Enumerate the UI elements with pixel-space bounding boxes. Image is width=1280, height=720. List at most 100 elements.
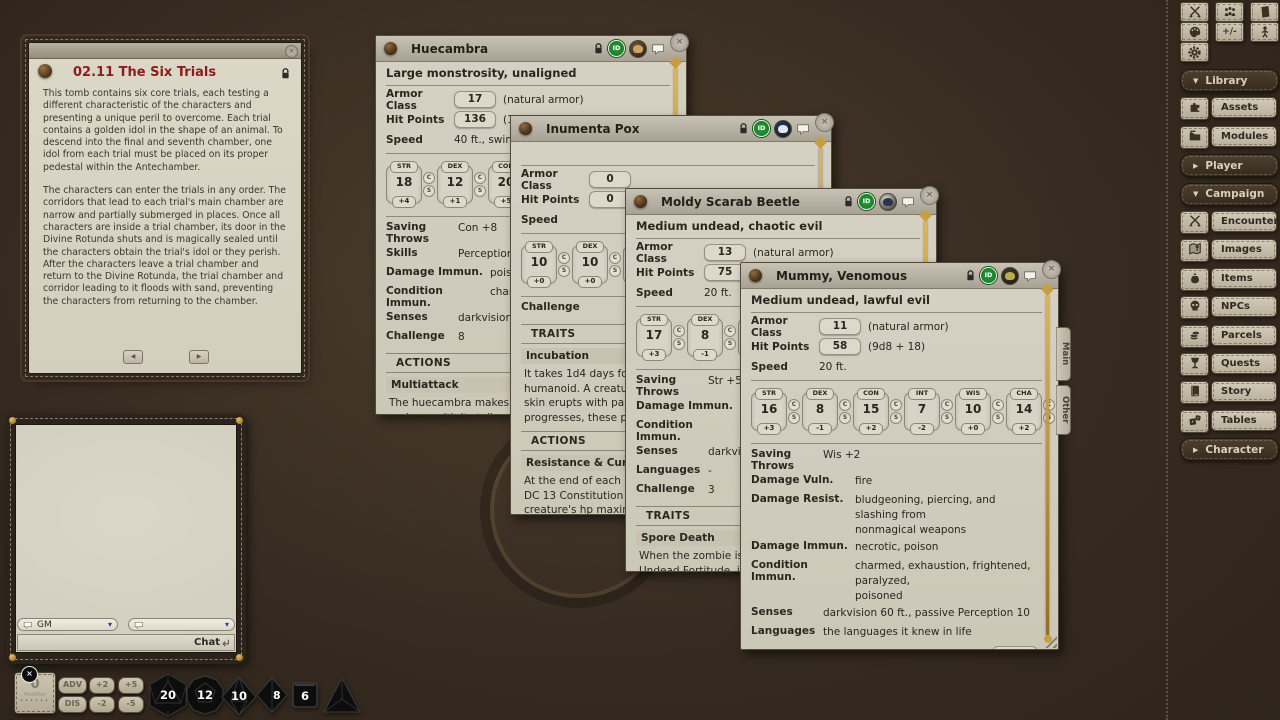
chat-whisper-select[interactable]: ▾: [128, 618, 235, 631]
toolbar-swords-button[interactable]: [1180, 2, 1209, 22]
sidebar-icon-images[interactable]: [1180, 239, 1209, 262]
save-roll-button[interactable]: S: [724, 338, 736, 350]
ability-box[interactable]: DEX8-1: [802, 392, 838, 431]
check-roll-button[interactable]: C: [609, 252, 621, 264]
check-roll-button[interactable]: C: [1043, 399, 1055, 411]
sidebar-icon-assets[interactable]: [1180, 97, 1209, 120]
roll-button-plus5[interactable]: +5: [118, 677, 144, 694]
window-titlebar[interactable]: Mummy, VenomousID: [741, 263, 1058, 289]
ability-box[interactable]: STR16+3: [751, 392, 787, 431]
speech-bubble-icon[interactable]: [796, 123, 811, 135]
roll-button-minus5[interactable]: -5: [118, 696, 144, 713]
hit-points-value[interactable]: 136: [454, 111, 496, 128]
npc-portrait-token-icon[interactable]: [774, 120, 792, 138]
id-badge-icon[interactable]: ID: [980, 267, 997, 284]
check-roll-button[interactable]: C: [474, 172, 486, 184]
ability-box[interactable]: INT7-2: [904, 392, 940, 431]
save-roll-button[interactable]: S: [788, 412, 800, 424]
check-roll-button[interactable]: C: [423, 172, 435, 184]
check-roll-button[interactable]: C: [788, 399, 800, 411]
roll-button-dis[interactable]: DIS: [58, 696, 87, 713]
die-d8[interactable]: 8: [254, 676, 292, 718]
check-roll-button[interactable]: C: [839, 399, 851, 411]
story-titlebar[interactable]: [29, 43, 301, 59]
speech-bubble-icon[interactable]: [901, 196, 916, 208]
sidebar-item-modules[interactable]: Modules: [1211, 126, 1277, 147]
check-roll-button[interactable]: C: [558, 252, 570, 264]
sidebar-item-assets[interactable]: Assets: [1211, 97, 1277, 118]
sidebar-item-images[interactable]: Images: [1211, 239, 1277, 260]
sidebar-item-items[interactable]: Items: [1211, 268, 1277, 289]
lock-icon[interactable]: [965, 269, 976, 282]
sidebar-item-quests[interactable]: Quests: [1211, 353, 1277, 374]
npc-portrait-token-icon[interactable]: [629, 40, 647, 58]
lock-icon[interactable]: [280, 65, 291, 78]
roll-button-minus2[interactable]: -2: [89, 696, 115, 713]
lock-icon[interactable]: [593, 42, 604, 55]
window-titlebar[interactable]: Inumenta PoxID: [511, 116, 831, 142]
check-roll-button[interactable]: C: [724, 325, 736, 337]
id-badge-icon[interactable]: ID: [608, 40, 625, 57]
sidebar-item-encounters[interactable]: Encounters: [1211, 211, 1277, 232]
lock-icon[interactable]: [843, 195, 854, 208]
sidebar-item-parcels[interactable]: Parcels: [1211, 325, 1277, 346]
toolbar-tome-button[interactable]: [1250, 2, 1279, 22]
save-roll-button[interactable]: S: [558, 265, 570, 277]
ability-box[interactable]: CHA14+2: [1006, 392, 1042, 431]
save-roll-button[interactable]: S: [941, 412, 953, 424]
roll-button-adv[interactable]: ADV: [58, 677, 87, 694]
story-window[interactable]: × 02.11 The Six Trials This tomb contain…: [28, 42, 302, 374]
toolbar-person-button[interactable]: [1250, 22, 1279, 42]
window-knob-icon[interactable]: [384, 42, 397, 55]
sidebar-item-story[interactable]: Story: [1211, 381, 1277, 402]
sidebar-header-campaign[interactable]: ▼Campaign: [1180, 183, 1279, 206]
sidebar-icon-encounters[interactable]: [1180, 211, 1209, 234]
check-roll-button[interactable]: C: [992, 399, 1004, 411]
armor-class-value[interactable]: 13: [704, 244, 746, 261]
ability-box[interactable]: STR18+4: [386, 165, 422, 204]
sidebar-icon-npcs[interactable]: [1180, 296, 1209, 319]
close-icon[interactable]: ×: [1042, 260, 1061, 279]
sidebar-item-npcs[interactable]: NPCs: [1211, 296, 1277, 317]
save-roll-button[interactable]: S: [1043, 412, 1055, 424]
roll-button-plus2[interactable]: +2: [89, 677, 115, 694]
close-icon[interactable]: ×: [285, 45, 298, 58]
ability-box[interactable]: DEX8-1: [687, 318, 723, 357]
hit-points-value[interactable]: 58: [819, 338, 861, 355]
armor-class-value[interactable]: 0: [589, 171, 631, 188]
sidebar-icon-parcels[interactable]: [1180, 325, 1209, 348]
next-page-button[interactable]: ▶: [189, 350, 209, 364]
close-icon[interactable]: ×: [670, 33, 689, 52]
lock-icon[interactable]: [738, 122, 749, 135]
sidebar-header-player[interactable]: ▶Player: [1180, 154, 1279, 177]
check-roll-button[interactable]: C: [890, 399, 902, 411]
armor-class-value[interactable]: 17: [454, 91, 496, 108]
tab-main[interactable]: Main: [1056, 327, 1071, 381]
save-roll-button[interactable]: S: [992, 412, 1004, 424]
check-roll-button[interactable]: C: [673, 325, 685, 337]
sidebar-icon-tables[interactable]: [1180, 410, 1209, 433]
ability-box[interactable]: CON15+2: [853, 392, 889, 431]
toolbar-gear-button[interactable]: [1180, 42, 1209, 62]
npc-window-mummy-venomous[interactable]: Mummy, VenomousID×Medium undead, lawful …: [740, 262, 1059, 650]
sidebar-icon-quests[interactable]: [1180, 353, 1209, 376]
window-knob-icon[interactable]: [634, 195, 647, 208]
close-icon[interactable]: ×: [815, 113, 834, 132]
armor-class-value[interactable]: 11: [819, 318, 861, 335]
speech-bubble-icon[interactable]: [1023, 270, 1038, 282]
chat-channel-select[interactable]: GM ▾: [17, 618, 118, 631]
close-icon[interactable]: ×: [920, 186, 939, 205]
window-knob-icon[interactable]: [519, 122, 532, 135]
sidebar-icon-story[interactable]: [1180, 381, 1209, 404]
toolbar-party-button[interactable]: [1215, 2, 1244, 22]
save-roll-button[interactable]: S: [609, 265, 621, 277]
window-knob-icon[interactable]: [38, 64, 52, 78]
window-titlebar[interactable]: HuecambraID: [376, 36, 686, 62]
ability-box[interactable]: STR10+0: [521, 245, 557, 284]
id-badge-icon[interactable]: ID: [858, 193, 875, 210]
clear-modifier-icon[interactable]: ×: [21, 666, 38, 683]
ability-box[interactable]: STR17+3: [636, 318, 672, 357]
window-knob-icon[interactable]: [749, 269, 762, 282]
id-badge-icon[interactable]: ID: [753, 120, 770, 137]
scrollbar-rail[interactable]: [1046, 295, 1049, 635]
